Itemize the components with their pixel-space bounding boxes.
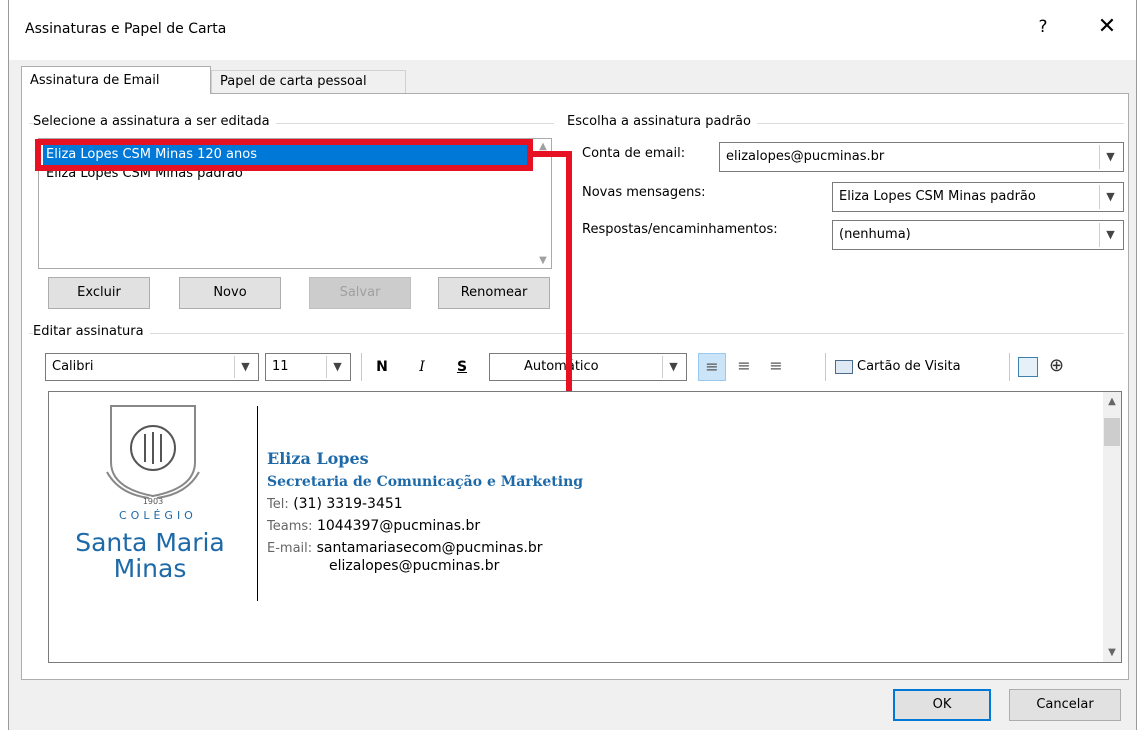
scroll-thumb[interactable] xyxy=(1104,418,1120,446)
rename-button[interactable]: Renomear xyxy=(438,277,550,309)
crest-icon: 1903 xyxy=(106,405,200,506)
toolbar-separator xyxy=(361,353,362,381)
replies-select[interactable]: (nenhuma) ▼ xyxy=(832,220,1124,250)
logo-colegio-text: COLÉGIO xyxy=(119,509,197,522)
email-label: E-mail: xyxy=(267,541,313,556)
account-value: elizalopes@pucminas.br xyxy=(726,149,885,164)
list-scrollbar[interactable]: ▲ ▼ xyxy=(535,139,551,268)
signature-tel: Tel: (31) 3319-3451 xyxy=(267,496,403,512)
scroll-down-icon[interactable]: ▼ xyxy=(535,255,551,266)
group-divider xyxy=(29,333,1124,334)
highlight-connector xyxy=(533,151,566,157)
tab-personal-stationery[interactable]: Papel de carta pessoal xyxy=(211,70,406,94)
tel-label: Tel: xyxy=(267,497,289,512)
color-select[interactable]: Automático ▼ xyxy=(489,353,687,381)
new-messages-value: Eliza Lopes CSM Minas padrão xyxy=(839,189,1036,204)
business-card-label: Cartão de Visita xyxy=(857,359,961,374)
highlight-connector xyxy=(566,151,572,391)
title-bar: Assinaturas e Papel de Carta ? ✕ xyxy=(9,0,1136,60)
select-signature-group-label: Selecione a assinatura a ser editada xyxy=(33,114,276,129)
signature-department: Secretaria de Comunicação e Marketing xyxy=(267,474,584,490)
chevron-down-icon[interactable]: ▼ xyxy=(1099,185,1121,209)
close-icon[interactable]: ✕ xyxy=(1094,14,1120,39)
chevron-down-icon[interactable]: ▼ xyxy=(662,356,684,378)
font-size-value: 11 xyxy=(272,359,289,374)
font-select[interactable]: Calibri ▼ xyxy=(45,353,259,381)
signatures-dialog: Assinaturas e Papel de Carta ? ✕ Assinat… xyxy=(8,0,1137,730)
signature-email: E-mail: santamariasecom@pucminas.br xyxy=(267,540,542,556)
insert-picture-icon[interactable] xyxy=(1018,357,1038,377)
signature-editor[interactable]: 1903 COLÉGIO Santa Maria Minas Eliza Lop… xyxy=(48,391,1122,663)
business-card-icon xyxy=(835,359,853,374)
account-select[interactable]: elizalopes@pucminas.br ▼ xyxy=(719,142,1124,172)
account-label: Conta de email: xyxy=(582,146,686,161)
delete-button[interactable]: Excluir xyxy=(48,277,150,309)
logo-name-line1: Santa Maria xyxy=(75,528,225,557)
chevron-down-icon[interactable]: ▼ xyxy=(326,356,348,378)
signature-name: Eliza Lopes xyxy=(267,449,369,468)
font-value: Calibri xyxy=(52,359,94,374)
chevron-down-icon[interactable]: ▼ xyxy=(1099,223,1121,247)
tab-email-signature[interactable]: Assinatura de Email xyxy=(21,66,211,94)
help-button[interactable]: ? xyxy=(1032,17,1054,37)
replies-value: (nenhuma) xyxy=(839,227,911,242)
font-size-select[interactable]: 11 ▼ xyxy=(265,353,351,381)
school-logo: 1903 COLÉGIO Santa Maria Minas xyxy=(49,392,254,602)
replies-label: Respostas/encaminhamentos: xyxy=(582,222,778,237)
signature-divider xyxy=(257,406,258,601)
default-signature-group-label: Escolha a assinatura padrão xyxy=(567,114,757,129)
teams-label: Teams: xyxy=(267,519,313,534)
window-title: Assinaturas e Papel de Carta xyxy=(25,21,227,37)
new-button[interactable]: Novo xyxy=(179,277,281,309)
logo-name-line2: Minas xyxy=(113,554,187,583)
new-messages-label: Novas mensagens: xyxy=(582,185,706,200)
tel-value: (31) 3319-3451 xyxy=(293,496,403,512)
toolbar-separator xyxy=(825,353,826,381)
scroll-up-icon[interactable]: ▲ xyxy=(1104,396,1120,407)
italic-button[interactable]: I xyxy=(411,353,433,381)
business-card-button[interactable]: Cartão de Visita xyxy=(835,353,1000,381)
chevron-down-icon[interactable]: ▼ xyxy=(1099,145,1121,169)
founding-year: 1903 xyxy=(143,497,163,506)
save-button[interactable]: Salvar xyxy=(309,277,411,309)
align-left-icon[interactable]: ≡ xyxy=(698,353,726,381)
ok-button[interactable]: OK xyxy=(893,689,991,721)
edit-signature-group-label: Editar assinatura xyxy=(33,324,150,339)
align-center-icon[interactable]: ≡ xyxy=(730,353,758,381)
teams-value: 1044397@pucminas.br xyxy=(316,518,481,534)
align-right-icon[interactable]: ≡ xyxy=(762,353,790,381)
signature-teams: Teams: 1044397@pucminas.br xyxy=(267,518,480,534)
email-value-1: santamariasecom@pucminas.br xyxy=(316,540,543,556)
scroll-down-icon[interactable]: ▼ xyxy=(1104,647,1120,658)
toolbar-separator xyxy=(1009,353,1010,381)
signature-email-2: elizalopes@pucminas.br xyxy=(329,558,500,574)
highlight-box xyxy=(35,139,533,171)
chevron-down-icon[interactable]: ▼ xyxy=(234,356,256,378)
color-value: Automático xyxy=(524,359,599,374)
new-messages-select[interactable]: Eliza Lopes CSM Minas padrão ▼ xyxy=(832,182,1124,212)
underline-button[interactable]: S xyxy=(451,353,473,381)
hyperlink-icon[interactable]: ⊕ xyxy=(1049,355,1073,376)
editor-scrollbar[interactable]: ▲ ▼ xyxy=(1103,392,1121,662)
cancel-button[interactable]: Cancelar xyxy=(1009,689,1121,721)
bold-button[interactable]: N xyxy=(371,353,393,381)
